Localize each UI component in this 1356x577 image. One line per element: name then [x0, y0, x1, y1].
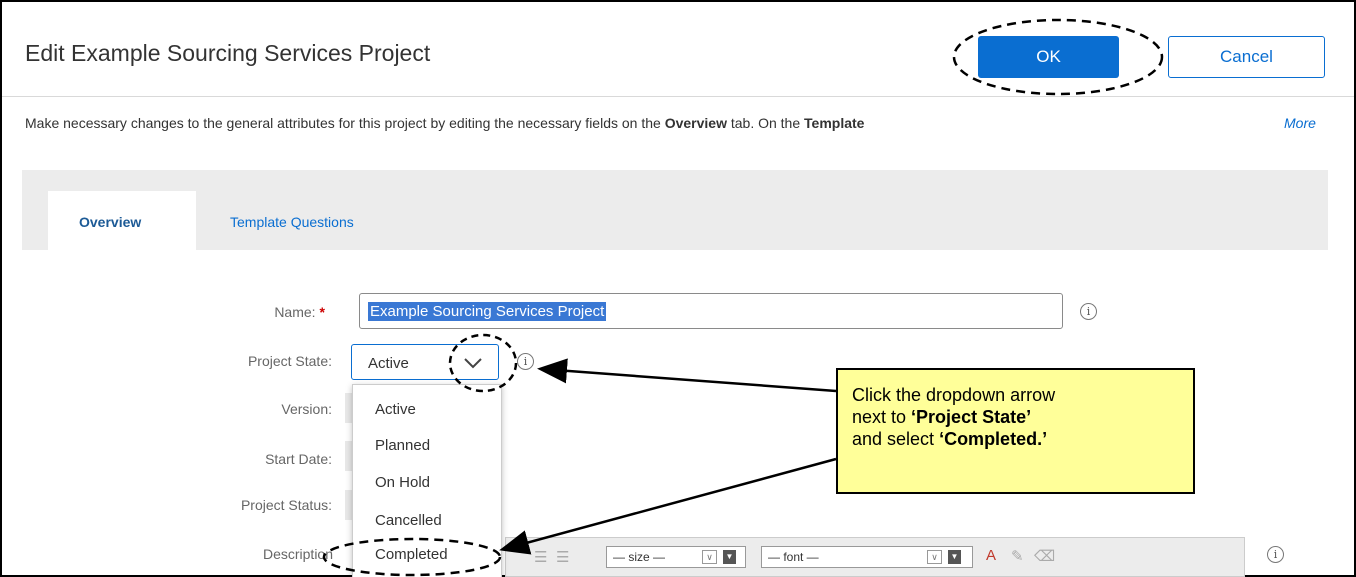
- arrow-highlight-ellipse: [448, 333, 518, 393]
- annotation-overlay: [322, 18, 1164, 577]
- callout-arrow-to-completed: [499, 457, 837, 555]
- ok-highlight-ellipse: [952, 18, 1164, 96]
- completed-highlight-ellipse: [322, 537, 502, 577]
- callout-arrow-to-dropdown: [537, 358, 837, 393]
